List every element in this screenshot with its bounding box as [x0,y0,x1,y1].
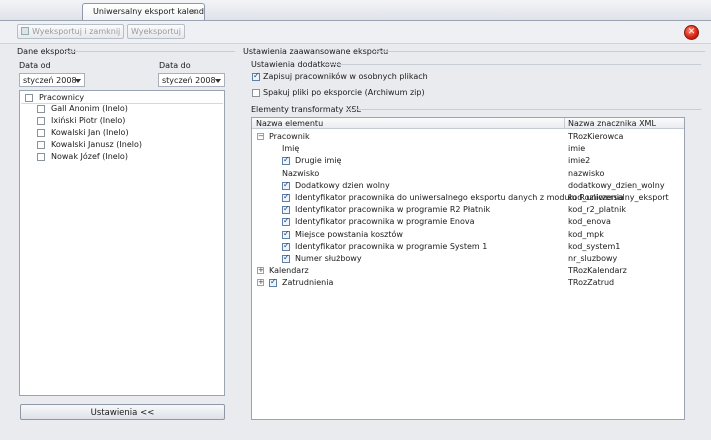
employee-checkbox[interactable] [37,153,45,161]
date-to-select[interactable]: styczeń 2008 [158,73,225,87]
divider [325,64,701,65]
tree-checkbox[interactable] [282,204,290,214]
employee-item[interactable]: Gall Anonim (Inelo) [51,104,128,113]
tree-row[interactable]: Drugie imię imie2 [252,155,684,167]
tree-row[interactable]: Numer służbowy nr_sluzbowy [252,253,684,265]
advanced-settings-title: Ustawienia zaawansowane eksportu [243,47,389,56]
tree-xml-tag: TRozKalendarz [568,266,627,275]
export-button[interactable]: Wyeksportuj [127,24,185,39]
tree-row[interactable]: Miejsce powstania kosztów kod_mpk [252,229,684,241]
employee-checkbox[interactable] [37,117,45,125]
tree-xml-tag: kod_mpk [568,230,604,239]
tree-checkbox[interactable] [282,192,290,202]
tree-element-name: Nazwisko [282,169,320,178]
tree-row[interactable]: Identyfikator pracownika w programie Sys… [252,241,684,253]
zip-files-checkbox[interactable] [252,89,260,97]
date-to-value: styczeń 2008 [162,76,216,85]
tree-xml-tag: TRozKierowca [568,132,624,141]
tree-row[interactable]: − Pracownik TRozKierowca [252,131,684,143]
employee-checkbox[interactable] [37,141,45,149]
settings-toggle-button[interactable]: Ustawienia << [20,404,225,420]
divider [346,109,701,110]
tree-xml-tag: dodatkowy_dzien_wolny [568,181,665,190]
tree-xml-tag: kod_enova [568,217,611,226]
tree-checkbox[interactable] [269,277,277,287]
tree-checkbox[interactable] [282,180,290,190]
close-icon[interactable]: ✕ [684,25,699,40]
tree-row[interactable]: + Zatrudnienia TRozZatrud [252,277,684,289]
tree-element-name: Kalendarz [269,266,309,275]
date-from-value: styczeń 2008 [23,76,77,85]
export-and-close-label: Wyeksportuj i zamknij [32,27,121,36]
chevron-down-icon [75,79,81,83]
tree-header: Nazwa elementu Nazwa znacznika XML [252,118,684,129]
tree-xml-tag: nazwisko [568,169,605,178]
tree-xml-tag: TRozZatrud [568,278,615,287]
tree-checkbox[interactable] [282,229,290,239]
separate-files-label[interactable]: Zapisuj pracowników w osobnych plikach [263,72,428,81]
tree-row[interactable]: Imię imie [252,143,684,155]
tree-row[interactable]: Identyfikator pracownika w programie Eno… [252,216,684,228]
employee-checkbox[interactable] [37,105,45,113]
tree-element-name: Miejsce powstania kosztów [295,230,403,239]
select-all-checkbox[interactable] [25,94,33,102]
tab-close-icon[interactable]: × [191,7,198,16]
zip-files-label[interactable]: Spakuj pliki po eksporcie (Archiwum zip) [263,88,425,97]
toolbar: Wyeksportuj i zamknij Wyeksportuj [0,21,711,44]
tree-xml-tag: imie2 [568,156,591,165]
tree-checkbox[interactable] [282,253,290,263]
tree-xml-tag: kod_system1 [568,242,621,251]
tree-element-name: Identyfikator pracownika w programie Sys… [295,242,488,251]
employee-item[interactable]: Ixiński Piotr (Inelo) [51,116,125,125]
employee-item[interactable]: Nowak Józef (Inelo) [51,152,128,161]
employee-checkbox[interactable] [37,129,45,137]
column-header-element[interactable]: Nazwa elementu [256,119,323,128]
tree-element-name: Identyfikator pracownika w programie R2 … [295,205,491,214]
tree-xml-tag: imie [568,144,586,153]
export-label: Wyeksportuj [131,27,181,36]
tree-row[interactable]: Identyfikator pracownika do uniwersalneg… [252,192,684,204]
divider [375,51,705,52]
tree-element-name: Dodatkowy dzien wolny [295,181,390,190]
collapse-icon[interactable]: − [257,133,264,140]
tree-element-name: Pracownik [269,132,310,141]
date-to-label: Data do [159,61,191,70]
date-from-label: Data od [19,61,51,70]
export-and-close-button[interactable]: Wyeksportuj i zamknij [17,24,125,39]
tab-strip: Uniwersalny eksport kalend × [0,0,711,21]
tree-xml-tag: nr_sluzbowy [568,254,618,263]
tree-xml-tag: kod_uniwersalny_eksport [568,193,669,202]
tree-element-name: Zatrudnienia [282,278,334,287]
tree-element-name: Imię [282,144,300,153]
export-window: Uniwersalny eksport kalend × Wyeksportuj… [0,0,711,440]
separate-files-checkbox[interactable] [252,71,260,81]
tree-row[interactable]: Dodatkowy dzien wolny dodatkowy_dzien_wol… [252,180,684,192]
column-header-tag[interactable]: Nazwa znacznika XML [568,119,656,128]
tree-element-name: Identyfikator pracownika w programie Eno… [295,217,475,226]
employees-list[interactable]: Pracownicy Gall Anonim (Inelo) Ixiński P… [19,90,225,396]
tree-row[interactable]: Identyfikator pracownika w programie R2 … [252,204,684,216]
tree-element-name: Drugie imię [295,156,342,165]
tree-row[interactable]: + Kalendarz TRozKalendarz [252,265,684,277]
xsl-elements-title: Elementy transformaty XSL [251,105,361,114]
expand-icon[interactable]: + [257,267,264,274]
tree-checkbox[interactable] [282,241,290,251]
tree-element-name: Numer służbowy [295,254,362,263]
employee-item[interactable]: Kowalski Jan (Inelo) [51,128,129,137]
expand-icon[interactable]: + [257,279,264,286]
tab-export-calendar[interactable]: Uniwersalny eksport kalend × [82,3,205,20]
tree-row[interactable]: Nazwisko nazwisko [252,168,684,180]
tree-xml-tag: kod_r2_platnik [568,205,626,214]
tab-title: Uniwersalny eksport kalend [93,7,204,16]
date-from-select[interactable]: styczeń 2008 [19,73,85,87]
column-divider[interactable] [564,118,565,128]
employees-header: Pracownicy [39,93,85,102]
save-icon [21,27,29,35]
divider [65,51,235,52]
tree-checkbox[interactable] [282,216,290,226]
chevron-down-icon [215,79,221,83]
employee-item[interactable]: Kowalski Janusz (Inelo) [51,140,142,149]
xsl-elements-tree[interactable]: Nazwa elementu Nazwa znacznika XML − Prac… [251,117,685,420]
tree-checkbox[interactable] [282,155,290,165]
